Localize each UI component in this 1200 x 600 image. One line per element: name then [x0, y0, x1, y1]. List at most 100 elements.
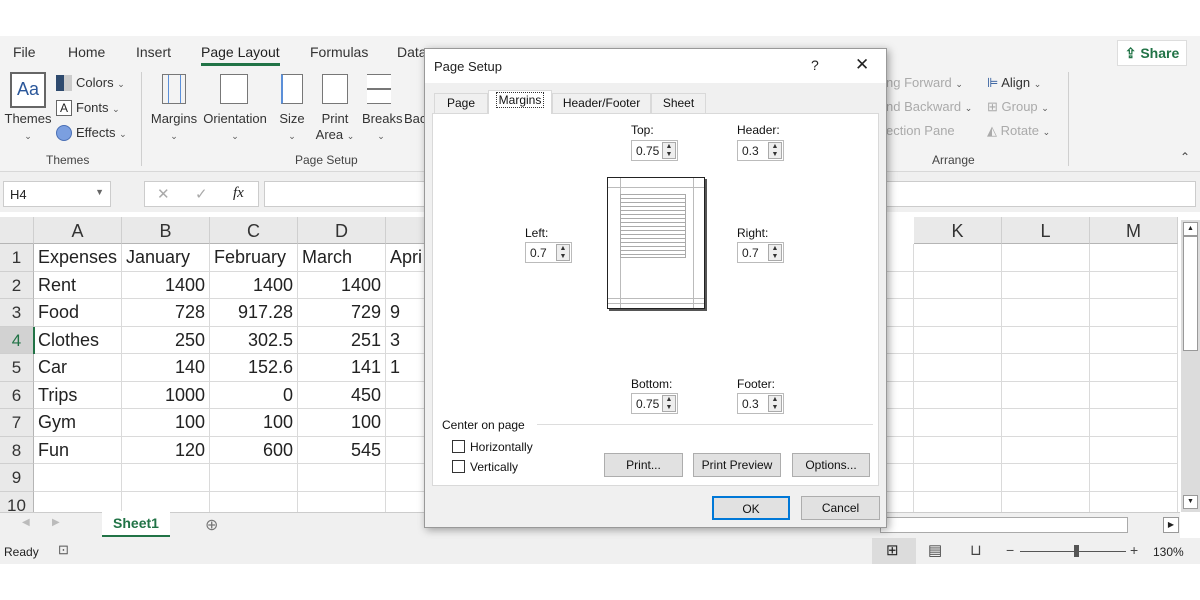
- column-header[interactable]: D: [298, 217, 386, 244]
- tab-data[interactable]: Data: [397, 44, 427, 60]
- cell[interactable]: [1002, 436, 1090, 464]
- top-margin-input[interactable]: 0.75 ▲ ▼: [631, 140, 678, 161]
- orientation-button[interactable]: Orientation ⌄: [202, 111, 268, 144]
- cell[interactable]: Fun: [34, 436, 122, 464]
- cell[interactable]: 250: [122, 326, 210, 354]
- ok-button[interactable]: OK: [712, 496, 790, 520]
- page-layout-view-icon[interactable]: ▤: [928, 541, 942, 559]
- cell[interactable]: [1002, 326, 1090, 354]
- themes-button[interactable]: Themes ⌄: [4, 111, 52, 144]
- cell[interactable]: 1400: [122, 271, 210, 299]
- row-header[interactable]: 9: [0, 464, 34, 492]
- cell[interactable]: [914, 409, 1002, 437]
- tab-home[interactable]: Home: [68, 44, 105, 60]
- cell[interactable]: 251: [298, 326, 386, 354]
- cell[interactable]: Expenses: [34, 244, 122, 272]
- vertically-checkbox[interactable]: [452, 460, 465, 473]
- cell[interactable]: [914, 381, 1002, 409]
- next-sheet-icon[interactable]: ▶: [52, 517, 60, 528]
- dialog-tab-sheet[interactable]: Sheet: [651, 93, 706, 113]
- cell[interactable]: 152.6: [210, 354, 298, 382]
- cell[interactable]: [1090, 244, 1178, 272]
- collapse-ribbon-icon[interactable]: ⌃: [1180, 150, 1190, 164]
- row-header[interactable]: 3: [0, 299, 34, 327]
- cell[interactable]: Gym: [34, 409, 122, 437]
- cell[interactable]: 729: [298, 299, 386, 327]
- cell[interactable]: [210, 491, 298, 512]
- size-button[interactable]: Size ⌄: [278, 111, 306, 144]
- row-header[interactable]: 10: [0, 491, 34, 512]
- cell[interactable]: [1002, 271, 1090, 299]
- cell[interactable]: [1090, 464, 1178, 492]
- bottom-margin-input[interactable]: 0.75 ▲ ▼: [631, 393, 678, 414]
- print-button[interactable]: Print...: [604, 453, 683, 477]
- scroll-right-icon[interactable]: ▶: [1163, 517, 1179, 533]
- zoom-level[interactable]: 130%: [1153, 545, 1184, 559]
- cell[interactable]: [1090, 436, 1178, 464]
- zoom-slider[interactable]: [1020, 551, 1126, 552]
- horizontal-scrollbar[interactable]: [880, 517, 1128, 533]
- row-header[interactable]: 2: [0, 271, 34, 299]
- cell[interactable]: 1400: [210, 271, 298, 299]
- cell[interactable]: 1400: [298, 271, 386, 299]
- cell[interactable]: [1002, 244, 1090, 272]
- help-button[interactable]: ?: [811, 57, 819, 73]
- vertical-scrollbar[interactable]: ▲ ▼: [1181, 220, 1200, 512]
- spinner-icon[interactable]: ▲ ▼: [768, 142, 782, 159]
- footer-margin-input[interactable]: 0.3 ▲ ▼: [737, 393, 784, 414]
- cell[interactable]: Trips: [34, 381, 122, 409]
- cell[interactable]: 917.28: [210, 299, 298, 327]
- cell[interactable]: [1090, 271, 1178, 299]
- cell[interactable]: [914, 326, 1002, 354]
- cell[interactable]: [914, 436, 1002, 464]
- cell[interactable]: [914, 491, 1002, 512]
- cell[interactable]: [1090, 299, 1178, 327]
- cell[interactable]: [1002, 409, 1090, 437]
- column-header[interactable]: M: [1090, 217, 1178, 244]
- align-button[interactable]: ⊫ Align ⌄: [987, 75, 1041, 92]
- zoom-out-icon[interactable]: −: [1006, 542, 1014, 558]
- cell[interactable]: [1090, 381, 1178, 409]
- cell[interactable]: Rent: [34, 271, 122, 299]
- horizontally-checkbox[interactable]: [452, 440, 465, 453]
- cell[interactable]: 140: [122, 354, 210, 382]
- row-header[interactable]: 7: [0, 409, 34, 437]
- zoom-slider-thumb[interactable]: [1074, 545, 1079, 557]
- group-button[interactable]: ⊞ Group ⌄: [987, 99, 1049, 116]
- header-margin-input[interactable]: 0.3 ▲ ▼: [737, 140, 784, 161]
- cell[interactable]: 0: [210, 381, 298, 409]
- sheet-tab-sheet1[interactable]: Sheet1: [102, 511, 170, 537]
- breaks-button[interactable]: Breaks ⌄: [362, 111, 402, 144]
- page-break-view-icon[interactable]: ⊔: [970, 541, 982, 559]
- cell[interactable]: 100: [210, 409, 298, 437]
- insert-function-icon[interactable]: fx: [233, 185, 244, 202]
- cancel-button[interactable]: Cancel: [801, 496, 880, 520]
- print-preview-button[interactable]: Print Preview: [693, 453, 781, 477]
- cell[interactable]: [1002, 299, 1090, 327]
- tab-page-layout[interactable]: Page Layout: [201, 44, 280, 66]
- spinner-icon[interactable]: ▲ ▼: [768, 395, 782, 412]
- cell[interactable]: [1090, 491, 1178, 512]
- cell[interactable]: [298, 464, 386, 492]
- cell[interactable]: 600: [210, 436, 298, 464]
- cell[interactable]: [1002, 491, 1090, 512]
- cell[interactable]: 120: [122, 436, 210, 464]
- cell[interactable]: [34, 464, 122, 492]
- spinner-icon[interactable]: ▲ ▼: [768, 244, 782, 261]
- add-sheet-icon[interactable]: ⊕: [205, 515, 218, 535]
- cell[interactable]: [914, 464, 1002, 492]
- rotate-button[interactable]: ◭ Rotate ⌄: [987, 123, 1050, 140]
- row-header[interactable]: 5: [0, 354, 34, 382]
- scroll-down-icon[interactable]: ▼: [1183, 495, 1198, 509]
- print-area-button[interactable]: Print Area ⌄: [314, 111, 356, 144]
- scroll-up-icon[interactable]: ▲: [1183, 222, 1198, 236]
- cell[interactable]: Clothes: [34, 326, 122, 354]
- tab-formulas[interactable]: Formulas: [310, 44, 368, 60]
- spinner-icon[interactable]: ▲ ▼: [662, 395, 676, 412]
- enter-icon[interactable]: ✓: [195, 185, 208, 203]
- column-header[interactable]: K: [914, 217, 1002, 244]
- cell[interactable]: January: [122, 244, 210, 272]
- cell[interactable]: February: [210, 244, 298, 272]
- bring-forward-button[interactable]: ng Forward ⌄: [886, 75, 963, 92]
- cell[interactable]: 141: [298, 354, 386, 382]
